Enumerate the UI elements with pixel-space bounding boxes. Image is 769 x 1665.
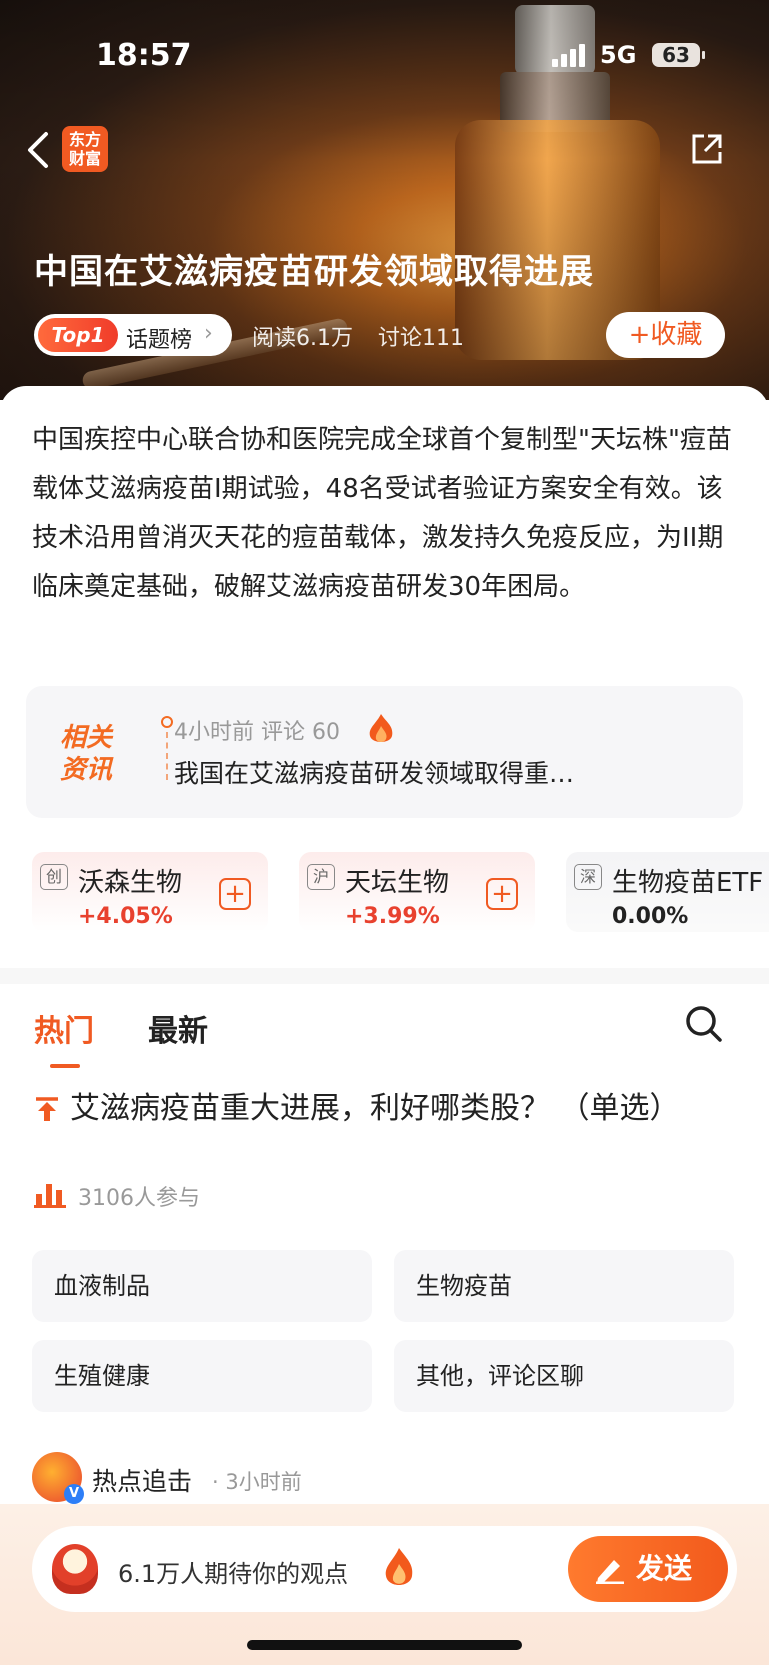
add-watchlist-button[interactable]: +	[486, 878, 518, 910]
send-button[interactable]: 发送	[568, 1536, 728, 1602]
comment-input[interactable]: 6.1万人期待你的观点 发送	[32, 1526, 737, 1612]
rank-pill: Top1	[38, 318, 118, 352]
related-meta: 4小时前 评论 60	[174, 720, 340, 745]
stock-card[interactable]: 沪 天坛生物 +3.99% +	[299, 852, 535, 932]
add-watchlist-button[interactable]: +	[219, 878, 251, 910]
chevron-right-icon: ›	[204, 321, 213, 346]
tab-latest[interactable]: 最新	[148, 1006, 208, 1050]
poll-option[interactable]: 其他，评论区聊	[394, 1340, 734, 1412]
discussion-count: 讨论111	[378, 326, 464, 351]
stock-name: 沃森生物	[78, 868, 183, 898]
mascot-icon	[52, 1544, 98, 1594]
exchange-badge: 深	[574, 864, 602, 890]
summary-text: 中国疾控中心联合协和医院完成全球首个复制型"天坛株"痘苗载体艾滋病疫苗I期试验，…	[32, 425, 732, 602]
poll-option[interactable]: 生物疫苗	[394, 1250, 734, 1322]
stock-name: 生物疫苗ETF	[612, 868, 764, 898]
flame-icon	[366, 712, 396, 746]
stock-card[interactable]: 深 生物疫苗ETF 0.00%	[566, 852, 769, 932]
stock-change: +4.05%	[78, 904, 173, 929]
page-title: 中国在艾滋病疫苗研发领域取得进展	[34, 252, 594, 292]
share-icon[interactable]	[690, 132, 724, 166]
tab-indicator	[50, 1064, 80, 1068]
related-news-card[interactable]: 相关 资讯 4小时前 评论 60 我国在艾滋病疫苗研发领域取得重…	[26, 686, 743, 818]
related-title: 我国在艾滋病疫苗研发领域取得重…	[174, 759, 575, 788]
topic-rank-badge[interactable]: Top1 话题榜 ›	[34, 314, 232, 356]
bar-chart-icon	[34, 1180, 66, 1208]
status-time: 18:57	[96, 38, 192, 73]
section-divider	[0, 968, 769, 984]
read-count: 阅读6.1万	[252, 326, 353, 351]
signal-icon	[552, 43, 588, 67]
app-logo: 东方 财富	[62, 126, 108, 172]
exchange-badge: 沪	[307, 864, 335, 890]
home-indicator	[247, 1640, 522, 1650]
back-button[interactable]	[24, 130, 54, 170]
comment-placeholder: 6.1万人期待你的观点	[118, 1560, 349, 1588]
poll-option[interactable]: 血液制品	[32, 1250, 372, 1322]
network-type: 5G	[600, 41, 637, 69]
fire-icon	[382, 1546, 416, 1590]
stock-card[interactable]: 创 沃森生物 +4.05% +	[32, 852, 268, 932]
arrow-up-icon	[34, 1096, 60, 1122]
poll-participants: 3106人参与	[78, 1186, 200, 1211]
poll-question: 艾滋病疫苗重大进展，利好哪类股？ （单选）	[70, 1091, 680, 1126]
summary-card: 中国疾控中心联合协和医院完成全球首个复制型"天坛株"痘苗载体艾滋病疫苗I期试验，…	[0, 386, 769, 676]
exchange-badge: 创	[40, 864, 68, 890]
stock-change: 0.00%	[612, 904, 689, 929]
favorite-button[interactable]: +收藏	[606, 312, 725, 358]
tab-hot[interactable]: 热门	[34, 1006, 94, 1050]
verified-icon: V	[64, 1484, 84, 1504]
stock-change: +3.99%	[345, 904, 440, 929]
avatar[interactable]: V	[32, 1452, 84, 1504]
poll-option[interactable]: 生殖健康	[32, 1340, 372, 1412]
post-time: · 3小时前	[212, 1470, 302, 1494]
battery-icon: 63	[652, 43, 705, 67]
post-author[interactable]: 热点追击	[92, 1462, 192, 1498]
related-tag: 相关 资讯	[60, 723, 113, 785]
board-label: 话题榜	[126, 328, 193, 353]
stock-name: 天坛生物	[345, 868, 450, 898]
search-icon[interactable]	[684, 1004, 724, 1044]
